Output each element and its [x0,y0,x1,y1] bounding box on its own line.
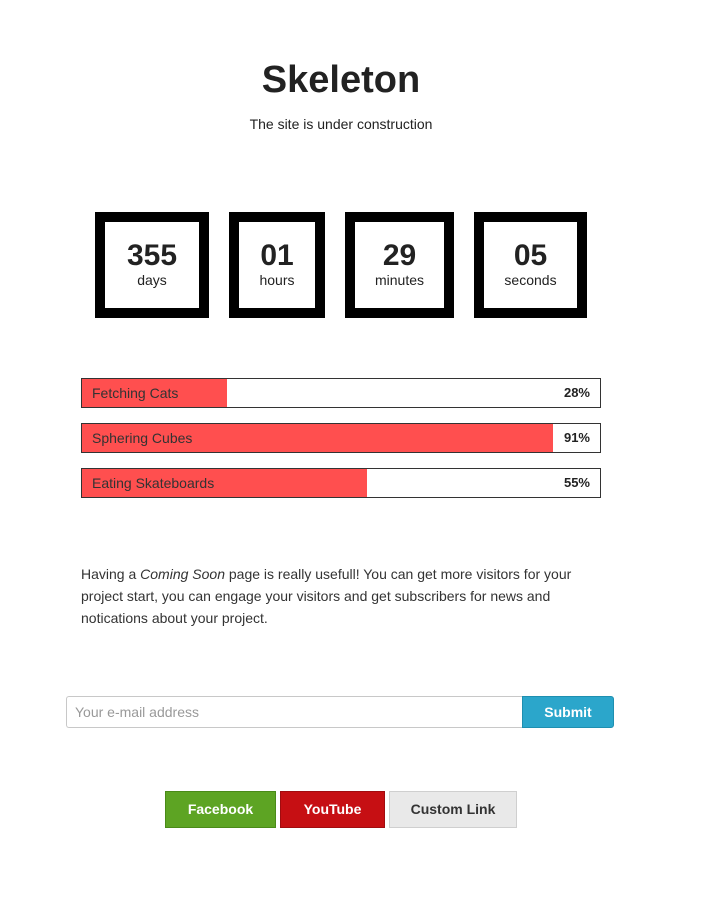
intro-text-before: Having a [81,566,141,582]
progress-bar-eating-skateboards: Eating Skateboards 55% [81,468,601,498]
intro-paragraph: Having a Coming Soon page is really usef… [81,563,601,629]
countdown-days: 355 days [95,212,209,318]
email-field[interactable] [66,696,523,728]
countdown-minutes-value: 29 [382,239,417,272]
progress-percent: 91% [563,430,590,445]
progress-bar-sphering-cubes: Sphering Cubes 91% [81,423,601,453]
countdown-seconds-value: 05 [513,239,548,272]
countdown-hours: 01 hours [229,212,325,318]
countdown-seconds: 05 seconds [474,212,587,318]
countdown-hours-unit: hours [259,272,295,288]
progress-percent: 28% [563,385,590,400]
countdown-minutes-unit: minutes [374,272,425,288]
countdown-minutes: 29 minutes [345,212,454,318]
intro-emphasis: Coming Soon [140,566,225,582]
progress-label: Eating Skateboards [92,475,215,491]
custom-link-button[interactable]: Custom Link [389,791,517,828]
page-subtitle: The site is under construction [249,116,433,132]
progress-label: Fetching Cats [92,385,179,401]
countdown-days-value: 355 [126,239,178,272]
progress-bar-fetching-cats: Fetching Cats 28% [81,378,601,408]
countdown-seconds-unit: seconds [504,272,557,288]
youtube-button[interactable]: YouTube [280,791,385,828]
progress-percent: 55% [563,475,590,490]
submit-button[interactable]: Submit [522,696,614,728]
progress-label: Sphering Cubes [92,430,193,446]
page: Skeleton The site is under construction … [0,0,707,900]
countdown-hours-value: 01 [260,239,294,272]
countdown-days-unit: days [137,272,167,288]
page-title: Skeleton [261,59,421,101]
facebook-button[interactable]: Facebook [165,791,276,828]
